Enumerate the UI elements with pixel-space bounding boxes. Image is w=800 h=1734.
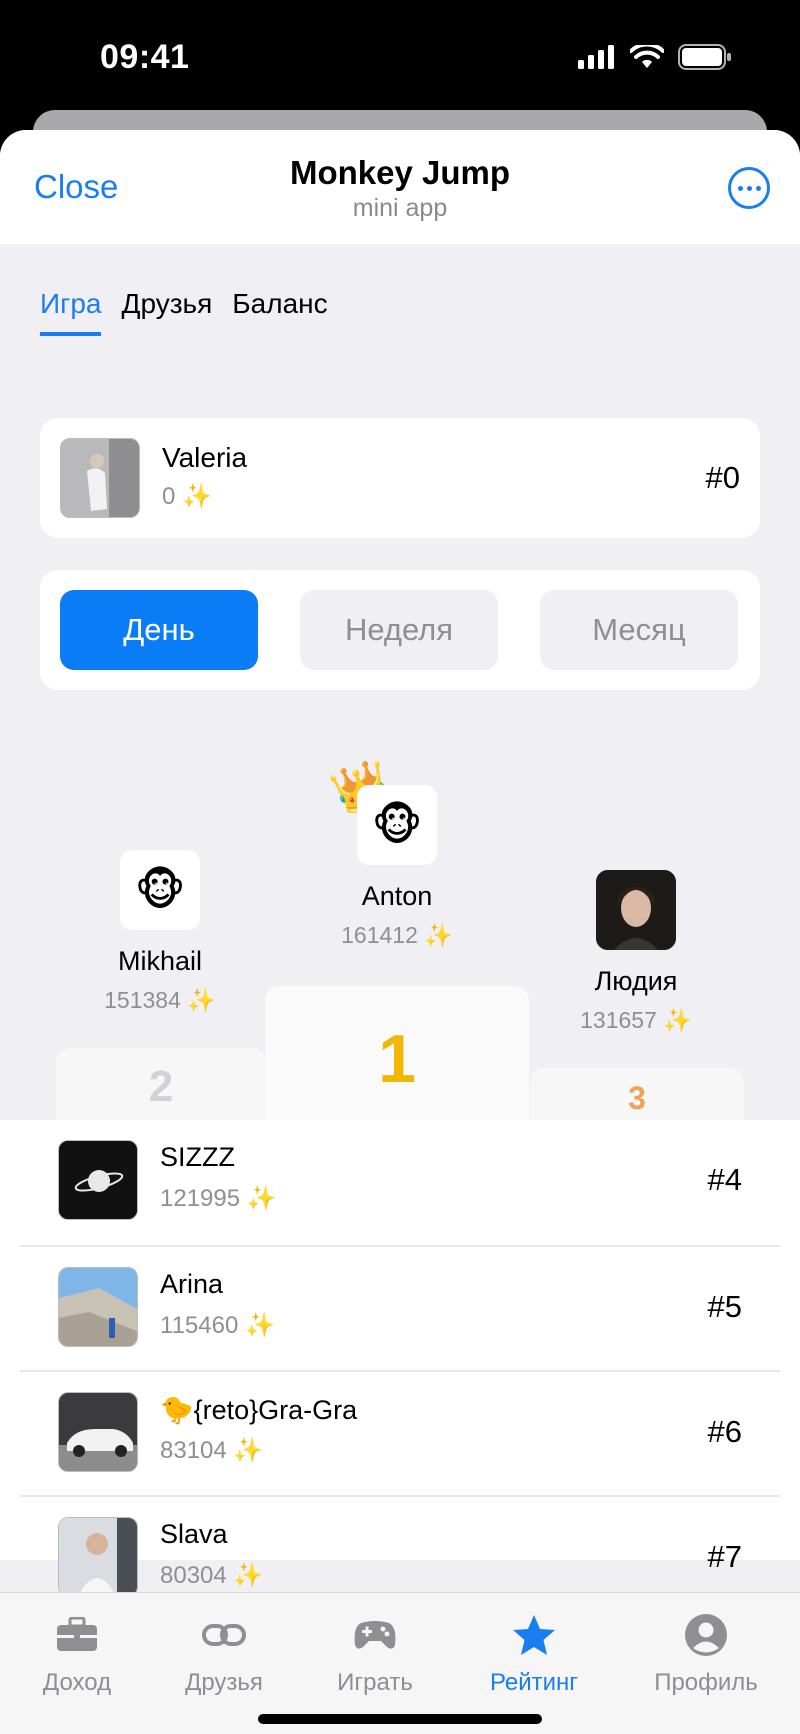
link-icon [202, 1624, 246, 1646]
list-item-name: 🐤{reto}Gra-Gra [160, 1395, 358, 1425]
user-photo [59, 1518, 137, 1596]
podium-block-first: 1 [265, 986, 529, 1128]
tab-label: Доход [42, 1669, 112, 1696]
avatar [60, 438, 140, 518]
podium-name: Mikhail [117, 946, 203, 976]
list-item[interactable]: SIZZZ 121995 ✨ #4 [20, 1120, 780, 1245]
podium-score: 161412 ✨ [341, 922, 453, 948]
avatar: 🐵 [357, 785, 437, 865]
more-options-icon[interactable] [728, 167, 770, 209]
period-selector: День Неделя Месяц [40, 570, 760, 690]
list-item-rank: #6 [707, 1414, 742, 1449]
list-item-score: 115460 ✨ [160, 1312, 275, 1339]
user-photo [59, 1268, 137, 1346]
list-item-name: SIZZZ [160, 1142, 235, 1172]
home-indicator [258, 1714, 542, 1724]
list-item-rank: #5 [707, 1289, 742, 1324]
avatar [58, 1517, 138, 1597]
podium-block-second: 2 [56, 1048, 266, 1128]
user-photo [59, 1393, 137, 1471]
tab-income[interactable]: Доход [2, 1613, 152, 1697]
avatar [58, 1267, 138, 1347]
signal-icon [578, 45, 614, 69]
user-photo [596, 870, 676, 950]
tab-rating[interactable]: Рейтинг [459, 1613, 609, 1697]
avatar [58, 1392, 138, 1472]
podium-first[interactable]: 🐵 Anton 161412 ✨ [287, 785, 507, 949]
list-item-rank: #4 [707, 1162, 742, 1197]
status-icons [578, 44, 732, 70]
user-photo [61, 439, 139, 517]
avatar: 🐵 [120, 850, 200, 930]
bottom-tab-bar: Доход Друзья Играть Рейтинг Профиль [0, 1592, 800, 1734]
battery-icon [678, 44, 731, 70]
wifi-icon [630, 45, 664, 68]
podium-score: 151384 ✨ [104, 987, 216, 1013]
list-item[interactable]: 🐤{reto}Gra-Gra 83104 ✨ #6 [20, 1370, 780, 1495]
tab-play[interactable]: Играть [300, 1613, 450, 1697]
tab-label: Играть [337, 1669, 413, 1696]
tab-balance[interactable]: Баланс [232, 288, 327, 336]
my-name: Valeria [162, 442, 248, 473]
app-title: Monkey Jump [289, 154, 511, 191]
avatar [596, 870, 676, 950]
list-item-score: 83104 ✨ [160, 1437, 264, 1464]
podium-block-third: 3 [530, 1068, 744, 1128]
podium-third[interactable]: Людия 131657 ✨ [526, 870, 746, 1034]
app-header: Close Monkey Jump mini app [0, 130, 800, 244]
period-day-button[interactable]: День [60, 590, 258, 670]
tab-label: Рейтинг [489, 1669, 579, 1696]
my-score: 0 ✨ [162, 483, 212, 510]
my-rank: #0 [705, 460, 740, 495]
podium-name: Людия [594, 966, 678, 996]
list-item-score: 121995 ✨ [160, 1185, 277, 1212]
tab-friends-bottom[interactable]: Друзья [149, 1613, 299, 1697]
tab-game[interactable]: Игра [40, 288, 102, 336]
list-item-name: Slava [160, 1519, 228, 1549]
gamepad-icon [354, 1621, 396, 1649]
list-item-rank: #7 [707, 1539, 742, 1574]
podium-score: 131657 ✨ [580, 1007, 692, 1033]
tab-label: Профиль [654, 1669, 758, 1696]
leaderboard-list: SIZZZ 121995 ✨ #4 Arina 115460 ✨ #5 🐤{re… [0, 1120, 800, 1597]
period-month-button[interactable]: Месяц [540, 590, 738, 670]
section-tabs: Игра Друзья Баланс [40, 288, 328, 336]
status-time: 09:41 [100, 38, 190, 76]
tab-friends[interactable]: Друзья [121, 288, 212, 336]
mini-app-sheet: Close Monkey Jump mini app Игра Друзья Б… [0, 130, 800, 1734]
profile-icon [685, 1614, 727, 1656]
app-subtitle: mini app [352, 194, 448, 222]
tab-profile[interactable]: Профиль [631, 1613, 781, 1697]
list-item-name: Arina [160, 1269, 224, 1299]
podium-name: Anton [361, 881, 433, 911]
period-week-button[interactable]: Неделя [300, 590, 498, 670]
tab-label: Друзья [185, 1669, 263, 1696]
briefcase-icon [57, 1617, 97, 1651]
avatar [58, 1140, 138, 1220]
star-icon [513, 1615, 555, 1655]
my-rank-card[interactable]: Valeria 0 ✨ #0 [40, 418, 760, 538]
list-item-score: 80304 ✨ [160, 1562, 264, 1589]
planet-icon [59, 1141, 137, 1219]
status-bar: 09:41 [0, 0, 800, 110]
list-item[interactable]: Arina 115460 ✨ #5 [20, 1245, 780, 1370]
podium-second[interactable]: 🐵 Mikhail 151384 ✨ [50, 850, 270, 1014]
